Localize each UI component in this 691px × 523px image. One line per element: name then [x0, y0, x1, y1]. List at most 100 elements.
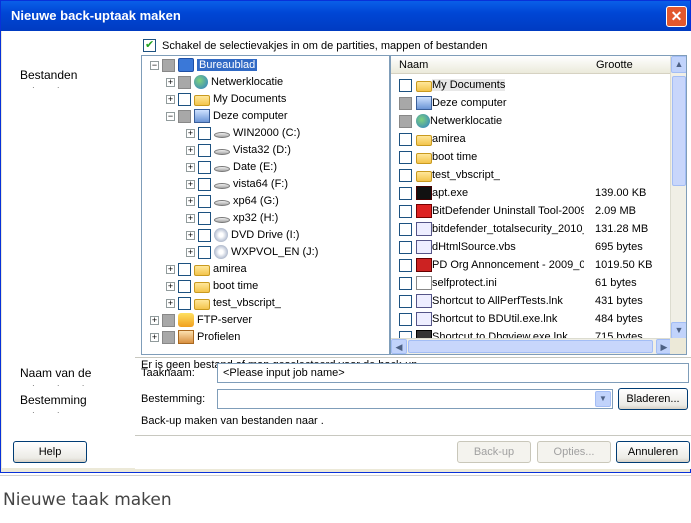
- file-row-dhtmlsource[interactable]: dHtmlSource.vbs 695 bytes: [399, 238, 671, 256]
- help-button[interactable]: Help: [13, 441, 87, 463]
- file-checkbox[interactable]: [399, 186, 412, 200]
- collapse-icon[interactable]: −: [166, 111, 175, 121]
- tree-checkbox[interactable]: [178, 262, 191, 276]
- file-checkbox[interactable]: [399, 258, 412, 272]
- horizontal-scroll-thumb[interactable]: [408, 340, 653, 353]
- options-button[interactable]: Opties...: [537, 441, 611, 463]
- file-row-bdutil[interactable]: Shortcut to BDUtil.exe.lnk 484 bytes: [399, 310, 671, 328]
- tree-item-amirea[interactable]: + amirea: [166, 260, 247, 278]
- expand-icon[interactable]: +: [186, 213, 195, 223]
- expand-icon[interactable]: +: [166, 281, 175, 291]
- tree-checkbox[interactable]: [178, 75, 191, 89]
- file-checkbox[interactable]: [399, 204, 412, 218]
- cancel-button[interactable]: Annuleren: [616, 441, 690, 463]
- expand-icon[interactable]: +: [166, 264, 175, 274]
- vertical-scroll-thumb[interactable]: [672, 76, 686, 186]
- tree-item-drive-j[interactable]: + WXPVOL_EN (J:): [186, 243, 318, 261]
- file-checkbox[interactable]: [399, 312, 412, 326]
- file-row-boot-time[interactable]: boot time: [399, 148, 671, 166]
- expand-icon[interactable]: +: [186, 179, 195, 189]
- close-button[interactable]: ✕: [666, 6, 687, 27]
- tree-checkbox[interactable]: [198, 228, 211, 242]
- tree-checkbox[interactable]: [162, 58, 175, 72]
- expand-icon[interactable]: +: [166, 77, 175, 87]
- tree-checkbox[interactable]: [162, 313, 175, 327]
- collapse-icon[interactable]: −: [150, 60, 159, 70]
- file-row-deze-computer[interactable]: Deze computer: [399, 94, 671, 112]
- file-row-my-documents[interactable]: My Documents: [399, 76, 671, 94]
- backup-button[interactable]: Back-up: [457, 441, 531, 463]
- expand-icon[interactable]: +: [150, 332, 159, 342]
- tree-checkbox[interactable]: [198, 245, 211, 259]
- file-checkbox[interactable]: [399, 78, 412, 92]
- scroll-down-icon[interactable]: ▼: [671, 322, 686, 339]
- file-row-allperftests[interactable]: Shortcut to AllPerfTests.lnk 431 bytes: [399, 292, 671, 310]
- folder-tree[interactable]: − Bureaublad + Netwerklocatie + My Docum…: [141, 55, 390, 355]
- file-row-selfprotect[interactable]: selfprotect.ini 61 bytes: [399, 274, 671, 292]
- vertical-scrollbar[interactable]: ▲ ▼: [670, 56, 686, 339]
- column-header-size[interactable]: Grootte: [596, 59, 633, 71]
- tree-item-my-documents[interactable]: + My Documents: [166, 90, 286, 108]
- tree-item-ftp-server[interactable]: + FTP-server: [150, 311, 252, 329]
- expand-icon[interactable]: +: [186, 196, 195, 206]
- tree-item-netwerklocatie[interactable]: + Netwerklocatie: [166, 73, 283, 91]
- file-checkbox[interactable]: [399, 294, 412, 308]
- tree-item-drive-g[interactable]: + xp64 (G:): [186, 192, 279, 210]
- enable-checkboxes-checkbox[interactable]: [143, 38, 156, 52]
- scroll-left-icon[interactable]: ◀: [391, 339, 407, 354]
- expand-icon[interactable]: +: [186, 247, 195, 257]
- tree-item-deze-computer[interactable]: − Deze computer: [166, 107, 288, 125]
- browse-button[interactable]: Bladeren...: [618, 388, 688, 410]
- destination-combobox[interactable]: ▼: [217, 389, 613, 409]
- file-checkbox[interactable]: [399, 114, 412, 128]
- tree-item-drive-h[interactable]: + xp32 (H:): [186, 209, 278, 227]
- file-row-amirea[interactable]: amirea: [399, 130, 671, 148]
- horizontal-scrollbar[interactable]: ◀ ▶: [391, 338, 672, 354]
- file-checkbox[interactable]: [399, 222, 412, 236]
- tree-checkbox[interactable]: [178, 92, 191, 106]
- expand-icon[interactable]: +: [166, 298, 175, 308]
- enable-checkboxes-option[interactable]: Schakel de selectievakjes in om de parti…: [143, 38, 487, 52]
- expand-icon[interactable]: +: [186, 145, 195, 155]
- file-row-netwerklocatie[interactable]: Netwerklocatie: [399, 112, 671, 130]
- tree-item-bureaublad[interactable]: − Bureaublad: [150, 56, 258, 74]
- tree-checkbox[interactable]: [198, 211, 211, 225]
- tree-checkbox[interactable]: [162, 330, 175, 344]
- expand-icon[interactable]: +: [186, 128, 195, 138]
- file-list[interactable]: Naam Grootte My Documents Deze computer …: [390, 55, 687, 355]
- sidebar-item-files[interactable]: Bestanden: [20, 68, 77, 82]
- chevron-down-icon[interactable]: ▼: [595, 391, 611, 407]
- sidebar-item-jobname[interactable]: Naam van de: [20, 366, 91, 380]
- tree-item-boot-time[interactable]: + boot time: [166, 277, 258, 295]
- file-row-bitdefender-uninstall[interactable]: BitDefender Uninstall Tool-20090... 2.09…: [399, 202, 671, 220]
- file-checkbox[interactable]: [399, 132, 412, 146]
- expand-icon[interactable]: +: [150, 315, 159, 325]
- tree-checkbox[interactable]: [178, 279, 191, 293]
- tree-item-drive-f[interactable]: + vista64 (F:): [186, 175, 288, 193]
- tree-item-drive-e[interactable]: + Date (E:): [186, 158, 277, 176]
- tree-checkbox[interactable]: [198, 194, 211, 208]
- file-checkbox[interactable]: [399, 276, 412, 290]
- tree-checkbox[interactable]: [178, 296, 191, 310]
- tree-item-drive-d[interactable]: + Vista32 (D:): [186, 141, 291, 159]
- file-row-test-vbscript[interactable]: test_vbscript_: [399, 166, 671, 184]
- tree-checkbox[interactable]: [198, 126, 211, 140]
- column-header-name[interactable]: Naam: [399, 59, 428, 71]
- expand-icon[interactable]: +: [186, 162, 195, 172]
- file-row-pd-org[interactable]: PD Org Annoncement - 2009_03... 1019.50 …: [399, 256, 671, 274]
- job-name-input[interactable]: <Please input job name>: [217, 363, 689, 383]
- file-checkbox[interactable]: [399, 150, 412, 164]
- tree-item-drive-c[interactable]: + WIN2000 (C:): [186, 124, 300, 142]
- expand-icon[interactable]: +: [186, 230, 195, 240]
- tree-checkbox[interactable]: [178, 109, 191, 123]
- tree-item-profielen[interactable]: + Profielen: [150, 328, 240, 346]
- file-row-apt-exe[interactable]: apt.exe 139.00 KB: [399, 184, 671, 202]
- tree-item-test-vbscript[interactable]: + test_vbscript_: [166, 294, 281, 312]
- sidebar-item-destination[interactable]: Bestemming: [20, 393, 87, 407]
- file-row-bitdefender-totalsecurity[interactable]: bitdefender_totalsecurity_2010_... 131.2…: [399, 220, 671, 238]
- scroll-up-icon[interactable]: ▲: [671, 56, 686, 73]
- tree-item-drive-i[interactable]: + DVD Drive (I:): [186, 226, 299, 244]
- tree-checkbox[interactable]: [198, 143, 211, 157]
- expand-icon[interactable]: +: [166, 94, 175, 104]
- file-checkbox[interactable]: [399, 168, 412, 182]
